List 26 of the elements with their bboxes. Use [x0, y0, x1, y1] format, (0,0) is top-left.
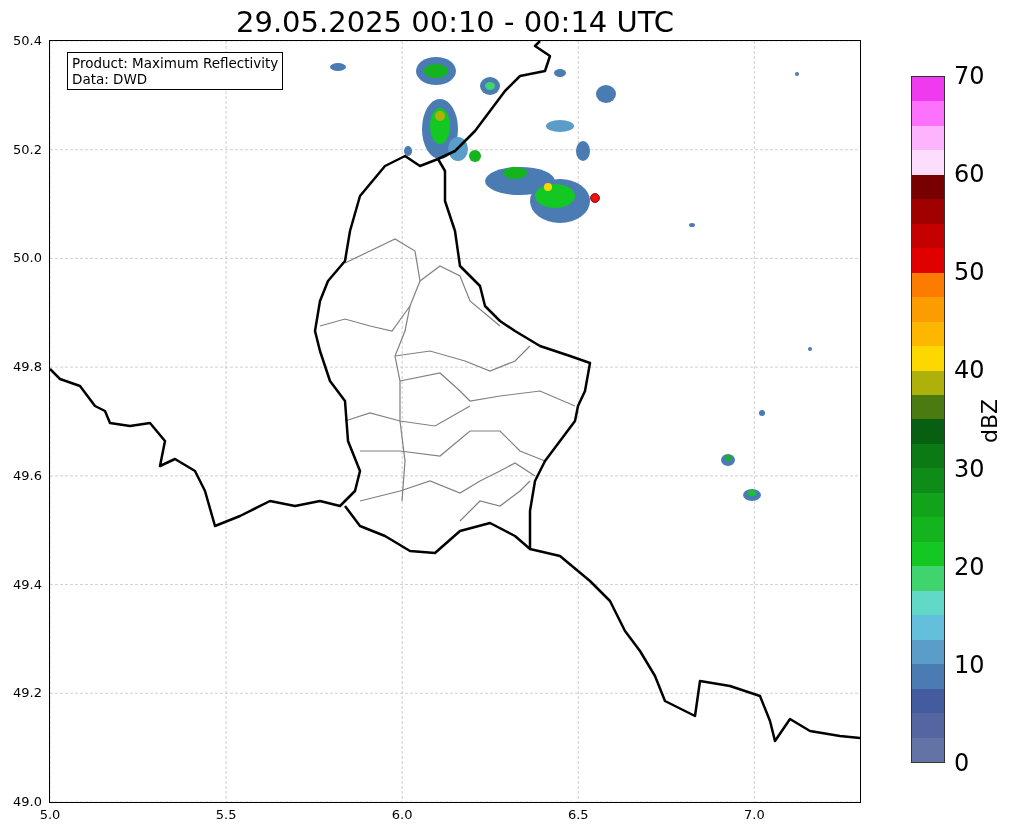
- chart-title: 29.05.2025 00:10 - 00:14 UTC: [235, 4, 675, 40]
- axis-tick-label: 49.6: [13, 467, 42, 483]
- legend-text: Data: DWD: [72, 71, 149, 87]
- colorbar-tick-label: 20: [954, 554, 985, 579]
- colorbar-tick-label: 30: [954, 456, 985, 481]
- colorbar-tick-label: 70: [954, 64, 985, 88]
- axis-tick-label: 5.0: [39, 807, 61, 822]
- axis-tick-label: 49.8: [13, 358, 42, 374]
- colorbar-tick-label: 10: [954, 652, 985, 677]
- axis-tick-label: 6.5: [567, 807, 589, 822]
- colorbar-tick-label: 0: [954, 751, 970, 775]
- axis-tick-label: 50.2: [13, 141, 42, 157]
- axis-tick-label: 50.0: [13, 249, 42, 265]
- location-marker-icon: [590, 193, 600, 203]
- colorbar-tick-label: 60: [954, 162, 985, 187]
- legend-text: Product: Maximum Reflectivity: [72, 55, 279, 71]
- axis-tick-label: 49.4: [13, 576, 42, 592]
- colorbar-tick-label: 40: [954, 358, 985, 383]
- axis-tick-label: 49.2: [13, 684, 42, 700]
- axis-tick-label: 49.0: [13, 793, 42, 809]
- axis-tick-label: 7.0: [744, 807, 765, 822]
- axis-tick-label: 6.0: [391, 807, 413, 822]
- axis-tick-label: 50.4: [13, 32, 42, 48]
- colorbar-tick-label: 50: [954, 260, 985, 285]
- axis-tick-label: 5.5: [215, 807, 237, 822]
- colorbar-label: dBZ: [976, 398, 1002, 444]
